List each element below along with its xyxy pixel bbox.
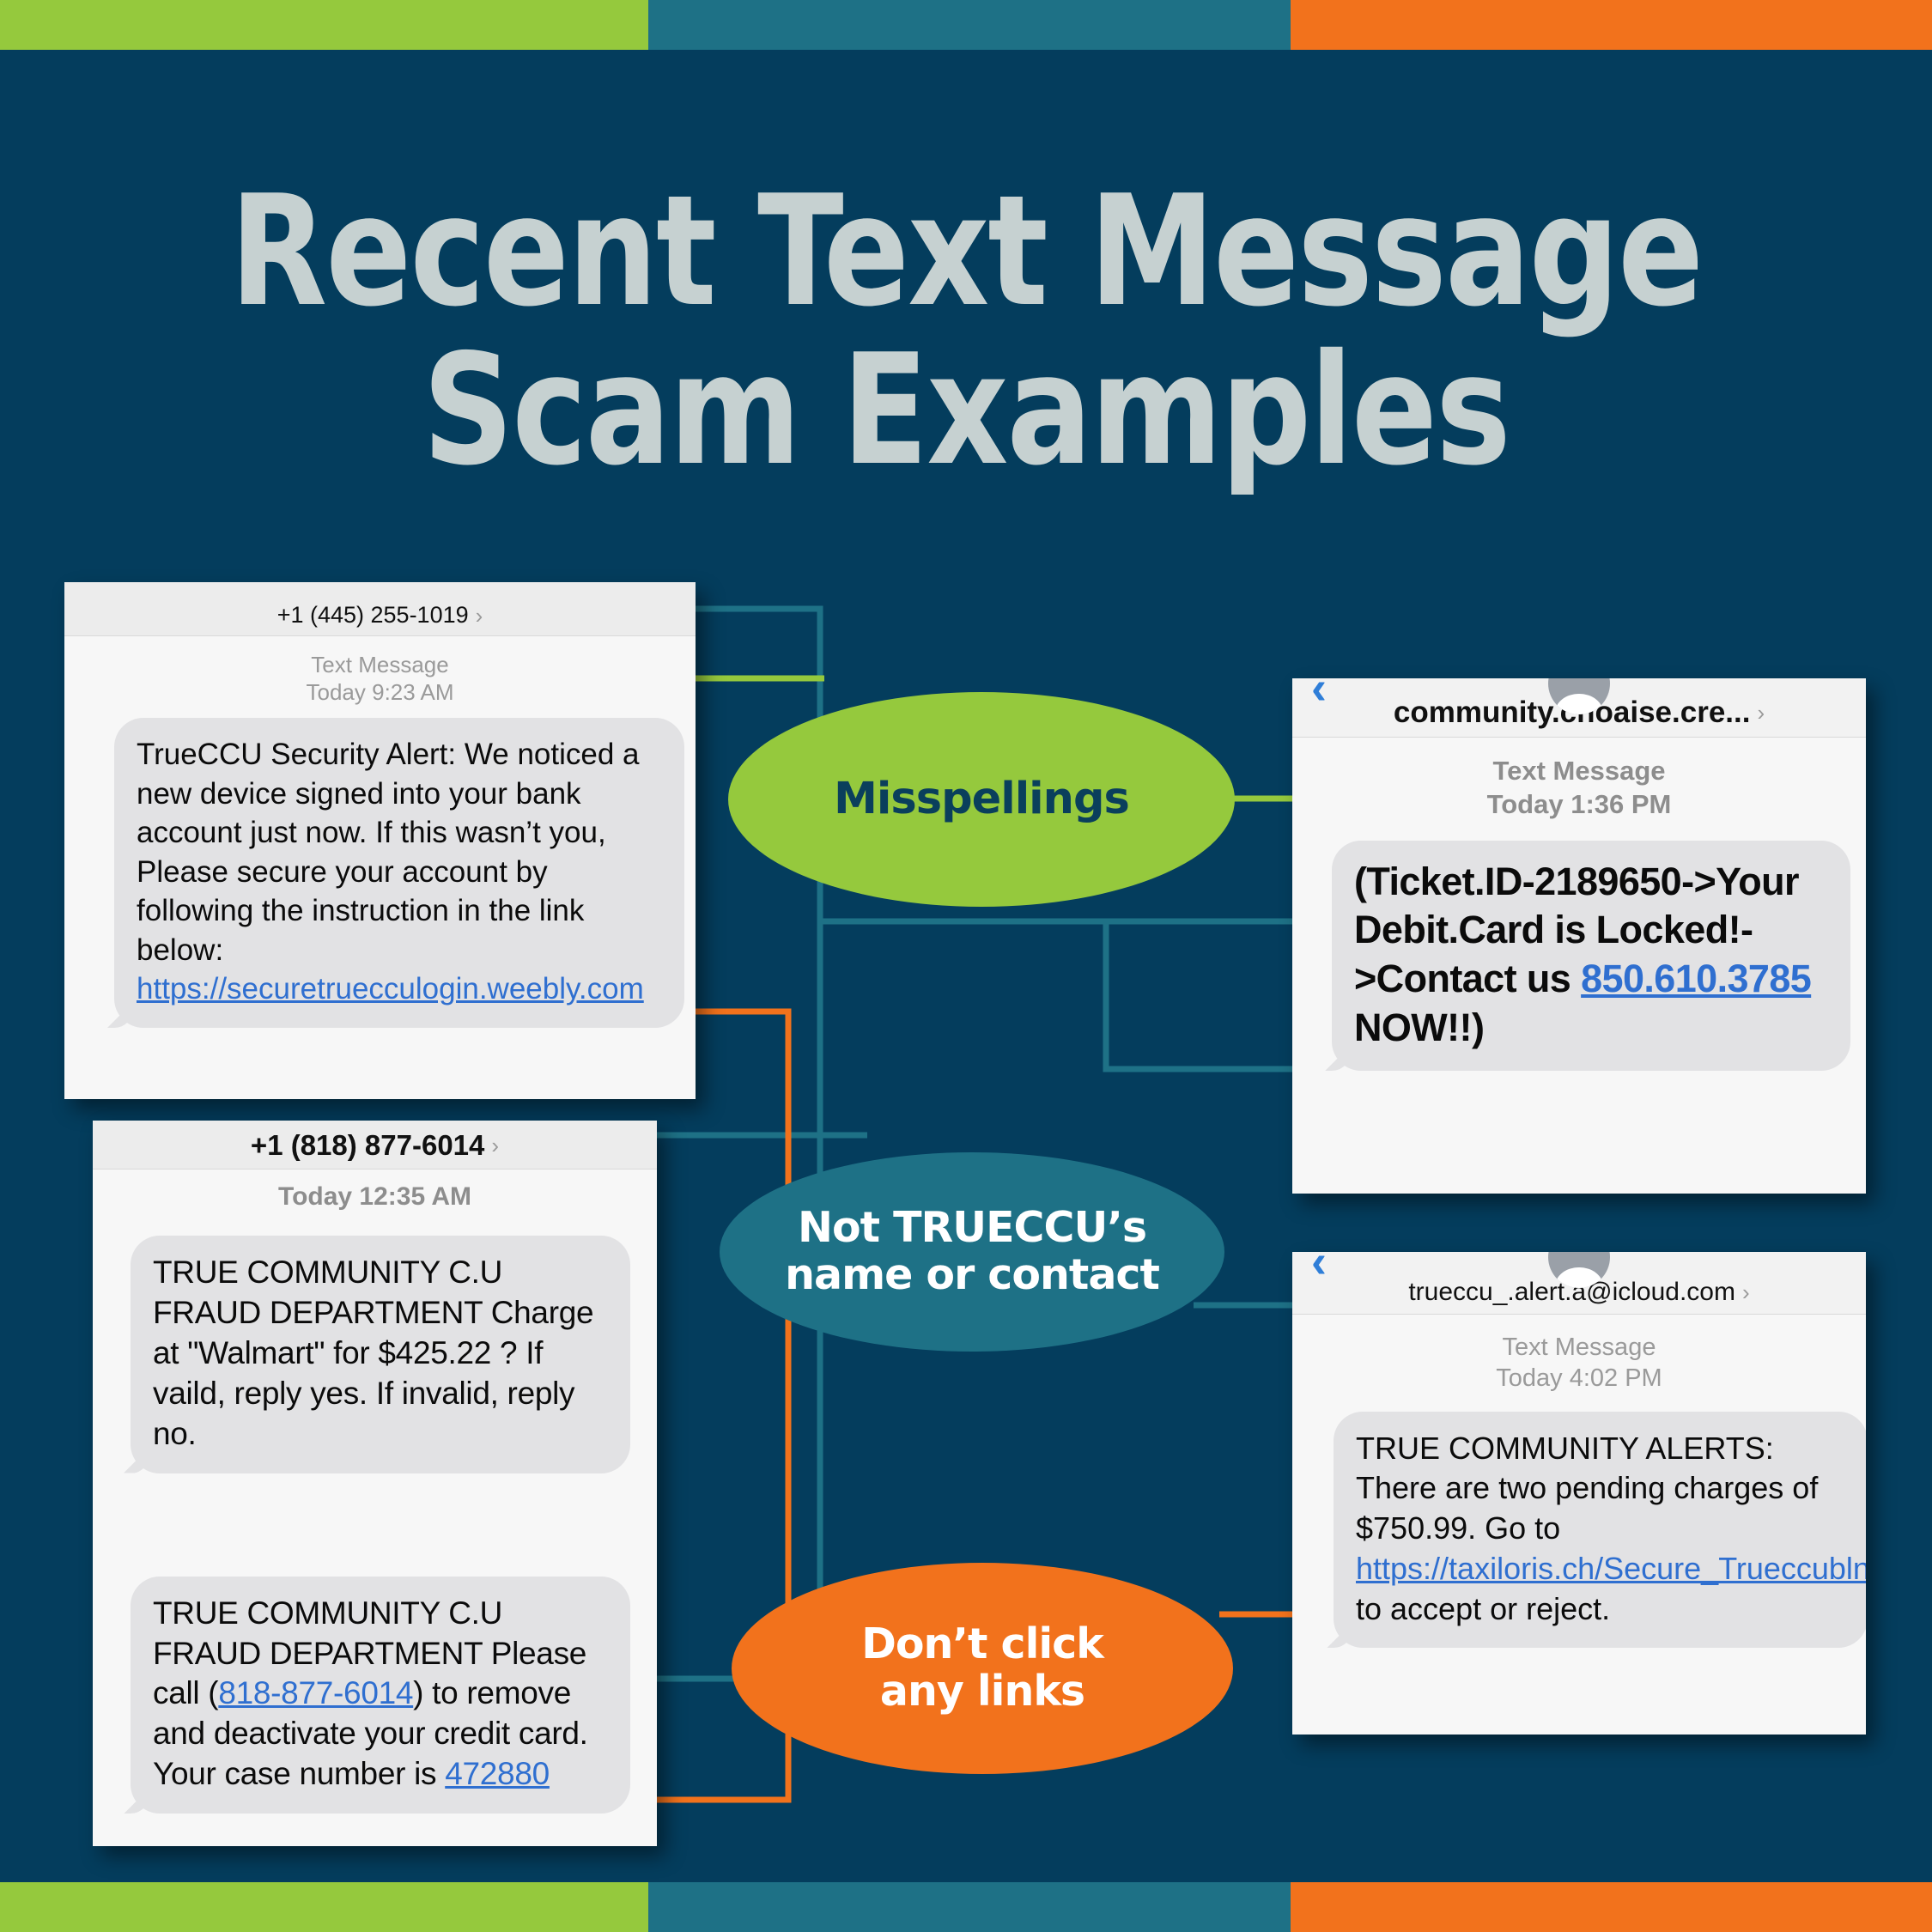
card-2-message-bubble-2: TRUE COMMUNITY C.U FRAUD DEPARTMENT Plea… [131, 1576, 630, 1814]
card-2-meta: Today 12:35 AM [93, 1170, 657, 1213]
card-4-message-bubble: TRUE COMMUNITY ALERTS: There are two pen… [1334, 1411, 1866, 1649]
card-4-header: ‹ trueccu_.alert.a@icloud.com › [1292, 1252, 1866, 1315]
card-4-meta-time: Today 4:02 PM [1496, 1364, 1662, 1393]
card-1-header: +1 (445) 255-1019 › [64, 582, 696, 636]
callout-name-line2: name or contact [785, 1250, 1160, 1299]
card-4-body: Text Message Today 4:02 PM TRUE COMMUNIT… [1292, 1315, 1866, 1735]
card-3-message-post: NOW!!) [1354, 1005, 1485, 1049]
card-1-meta-label: Text Message [311, 652, 449, 677]
back-arrow-icon[interactable]: ‹ [1311, 678, 1327, 711]
card-2-phone-link[interactable]: 818-877-6014 [218, 1675, 413, 1710]
card-1-message-bubble: TrueCCU Security Alert: We noticed a new… [114, 718, 684, 1028]
card-2-sender-text: +1 (818) 877-6014 [250, 1129, 485, 1161]
card-4-meta: Text Message Today 4:02 PM [1292, 1315, 1866, 1394]
bar-segment-orange [1291, 1882, 1932, 1932]
card-3-meta-label: Text Message [1492, 756, 1666, 786]
infographic-canvas: Recent Text Message Scam Examples +1 (44… [0, 0, 1932, 1932]
card-4-message-post: to accept or reject. [1356, 1590, 1611, 1626]
scam-message-card-3[interactable]: ‹ community.choaise.cre... › Text Messag… [1292, 678, 1866, 1194]
callout-not-name-or-contact-label: Not TRUECCU’s name or contact [785, 1203, 1160, 1299]
card-2-sender[interactable]: +1 (818) 877-6014 › [251, 1129, 499, 1169]
callout-link-line2: any links [879, 1667, 1085, 1716]
card-1-sender[interactable]: +1 (445) 255-1019 › [277, 602, 483, 635]
card-1-sender-text: +1 (445) 255-1019 [276, 602, 469, 628]
card-4-message-link[interactable]: https://taxiloris.ch/Secure_Trueccublngk… [1356, 1551, 1866, 1586]
chevron-right-icon: › [1757, 700, 1765, 726]
scam-message-card-1[interactable]: +1 (445) 255-1019 › Text Message Today 9… [64, 582, 696, 1099]
card-1-meta-time: Today 9:23 AM [306, 678, 454, 705]
callout-not-name-or-contact: Not TRUECCU’s name or contact [720, 1152, 1224, 1352]
back-arrow-icon[interactable]: ‹ [1311, 1252, 1327, 1285]
avatar [1548, 1252, 1610, 1288]
card-2-header: +1 (818) 877-6014 › [93, 1121, 657, 1170]
card-2-meta-time: Today 12:35 AM [277, 1182, 472, 1211]
callout-link-line1: Don’t click [861, 1619, 1104, 1669]
bar-segment-teal [648, 1882, 1291, 1932]
callout-dont-click-links: Don’t click any links [732, 1563, 1233, 1774]
chevron-right-icon: › [1741, 1279, 1750, 1305]
card-3-message-bubble: (Ticket.ID-2189650->Your Debit.Card is L… [1332, 840, 1850, 1072]
card-2-message-bubble-1: TRUE COMMUNITY C.U FRAUD DEPARTMENT Char… [131, 1235, 630, 1473]
card-2-message-1-text: TRUE COMMUNITY C.U FRAUD DEPARTMENT Char… [153, 1254, 594, 1451]
card-1-meta: Text Message Today 9:23 AM [64, 636, 696, 706]
scam-message-card-2[interactable]: +1 (818) 877-6014 › Today 12:35 AM TRUE … [93, 1121, 657, 1846]
card-4-message-pre: TRUE COMMUNITY ALERTS: There are two pen… [1356, 1430, 1819, 1546]
card-3-phone-link[interactable]: 850.610.3785 [1581, 957, 1812, 1000]
card-2-case-number-link[interactable]: 472880 [445, 1756, 550, 1791]
card-1-message-text: TrueCCU Security Alert: We noticed a new… [137, 738, 640, 967]
chevron-right-icon: › [491, 1133, 500, 1158]
card-1-body: Text Message Today 9:23 AM TrueCCU Secur… [64, 636, 696, 1099]
card-3-header: ‹ community.choaise.cre... › [1292, 678, 1866, 738]
chevron-right-icon: › [475, 602, 483, 629]
card-3-body: Text Message Today 1:36 PM (Ticket.ID-21… [1292, 738, 1866, 1194]
bottom-color-bar [0, 1882, 1932, 1932]
callout-misspellings-label: Misspellings [834, 774, 1130, 825]
card-1-message-link[interactable]: https://securetruecculogin.weebly.com [137, 972, 644, 1005]
card-2-body: Today 12:35 AM TRUE COMMUNITY C.U FRAUD … [93, 1170, 657, 1846]
callout-dont-click-links-label: Don’t click any links [861, 1619, 1104, 1716]
card-4-meta-label: Text Message [1502, 1334, 1656, 1361]
bar-segment-green [0, 1882, 648, 1932]
avatar [1548, 678, 1610, 714]
scam-message-card-4[interactable]: ‹ trueccu_.alert.a@icloud.com › Text Mes… [1292, 1252, 1866, 1735]
callout-name-line1: Not TRUECCU’s [797, 1203, 1147, 1253]
card-3-meta-time: Today 1:36 PM [1486, 788, 1672, 819]
card-3-meta: Text Message Today 1:36 PM [1292, 738, 1866, 822]
callout-misspellings: Misspellings [728, 692, 1235, 907]
